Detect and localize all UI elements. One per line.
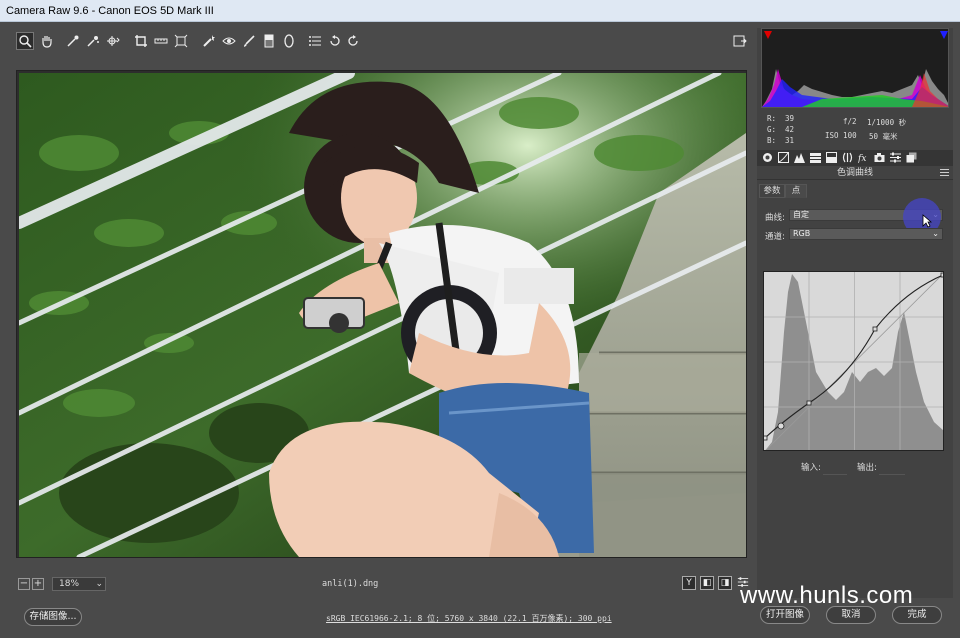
curve-point [777,422,785,430]
panel-tabs: fx [757,150,953,166]
presets-tab-icon[interactable] [889,151,901,163]
tone-curve-tab-icon[interactable] [777,151,789,163]
svg-text:fx: fx [858,154,866,163]
straighten-icon[interactable] [152,32,170,50]
rgb-readout: R: 39 G: 42 B: 31 f/2 1/1000 秒 ISO 100 5… [767,114,907,145]
highlight-clipping-icon [940,31,948,39]
aperture-value: f/2 [843,117,857,126]
fullscreen-icon[interactable] [731,32,749,50]
lens-corrections-tab-icon[interactable] [841,151,853,163]
mouse-pointer-icon [922,214,932,228]
title-bar: Camera Raw 9.6 - Canon EOS 5D Mark III [0,0,960,22]
camera-raw-app: − + 18% ⌄ anli(1).dng Y ◧ ◨ R: 39 G: 42 … [0,22,960,638]
swap-before-after-button[interactable]: ◧ [700,576,714,590]
open-image-button[interactable]: 打开图像 [760,606,810,624]
tab-parametric[interactable]: 参数 [759,184,785,198]
detail-tab-icon[interactable] [793,151,805,163]
channel-label: 通道: [765,232,785,242]
color-sampler-icon[interactable] [84,32,102,50]
image-preview[interactable] [19,73,746,557]
hand-icon[interactable] [38,32,56,50]
input-field[interactable] [823,474,847,475]
save-image-button[interactable]: 存储图像... [24,608,82,626]
window-title: Camera Raw 9.6 - Canon EOS 5D Mark III [6,5,214,17]
curve-point [806,400,812,406]
image-preview-frame [16,70,747,558]
curve-preset-value: 自定 [793,210,809,219]
channel-select[interactable]: RGB ⌄ [789,228,943,240]
iso-value: ISO 100 [825,131,857,140]
focal-length-value: 50 毫米 [869,132,898,141]
split-toning-tab-icon[interactable] [825,151,837,163]
right-panel: R: 39 G: 42 B: 31 f/2 1/1000 秒 ISO 100 5… [757,28,953,598]
crop-icon[interactable] [132,32,150,50]
copy-before-after-button[interactable]: ◨ [718,576,732,590]
white-balance-icon[interactable] [64,32,82,50]
before-after-y-button[interactable]: Y [682,576,696,590]
curve-point [872,326,878,332]
output-field[interactable] [879,474,905,475]
zoom-level-select[interactable]: 18% ⌄ [52,577,106,591]
panel-title: 色调曲线 [757,166,953,180]
status-bar: − + 18% ⌄ anli(1).dng Y ◧ ◨ [12,574,755,594]
shadow-clipping-icon [764,31,772,39]
snapshots-tab-icon[interactable] [905,151,917,163]
hsl-tab-icon[interactable] [809,151,821,163]
curve-point [940,272,943,278]
tab-point[interactable]: 点 [785,184,807,198]
effects-tab-icon[interactable]: fx [857,151,869,163]
zoom-in-button[interactable]: + [32,578,44,590]
adjustment-brush-icon[interactable] [240,32,258,50]
input-label: 输入: [801,463,821,473]
done-button[interactable]: 完成 [892,606,942,624]
graduated-filter-icon[interactable] [260,32,278,50]
preferences-icon[interactable] [306,32,324,50]
rotate-left-icon[interactable] [326,32,344,50]
red-eye-icon[interactable] [220,32,238,50]
target-adjustment-icon[interactable] [104,32,122,50]
tone-curve-graph[interactable] [763,271,944,451]
zoom-icon[interactable] [16,32,34,50]
transform-icon[interactable] [172,32,190,50]
tone-curve-subtabs: 参数 点 [757,184,953,198]
toolbar [12,30,755,54]
zoom-level-value: 18% [59,579,80,589]
output-label: 输出: [857,463,877,473]
camera-calibration-tab-icon[interactable] [873,151,885,163]
channel-value: RGB [793,229,811,238]
radial-filter-icon[interactable] [280,32,298,50]
chevron-down-icon: ⌄ [932,229,939,238]
basic-tab-icon[interactable] [761,151,773,163]
shutter-value: 1/1000 秒 [867,118,907,127]
curve-point [764,435,768,441]
chevron-down-icon: ⌄ [95,579,103,589]
cancel-button[interactable]: 取消 [826,606,876,624]
file-name: anli(1).dng [322,579,379,589]
histogram [761,28,949,108]
curve-label: 曲线: [765,213,785,223]
zoom-out-button[interactable]: − [18,578,30,590]
spot-removal-icon[interactable] [200,32,218,50]
rotate-right-icon[interactable] [344,32,362,50]
panel-menu-icon[interactable] [940,169,949,176]
workflow-options-link[interactable]: sRGB IEC61966-2.1; 8 位; 5760 x 3840 (22.… [326,613,612,624]
